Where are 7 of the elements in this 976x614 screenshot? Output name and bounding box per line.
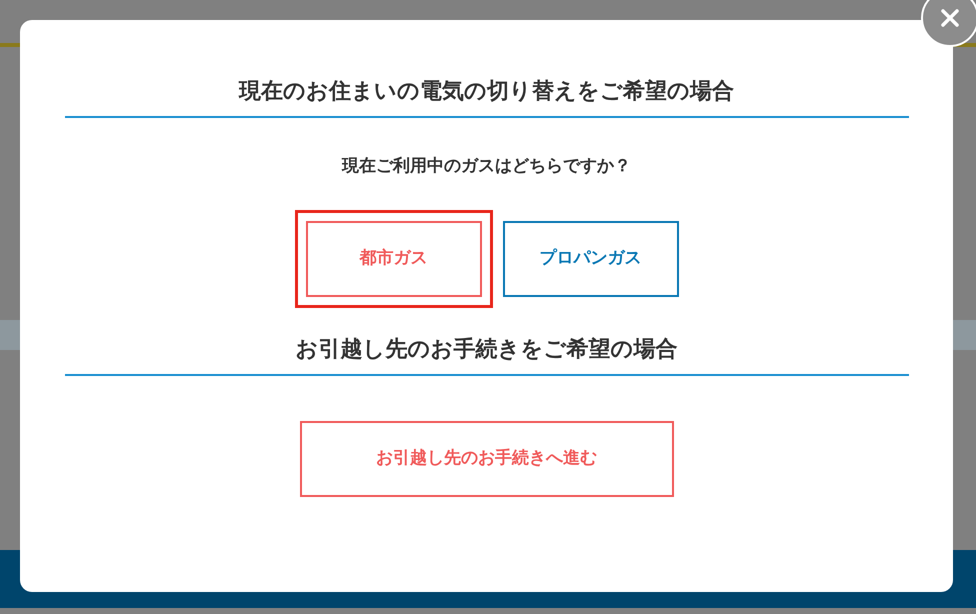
option-button[interactable]: プロパンガス [502,220,678,296]
option-button[interactable]: 都市ガス [306,220,482,296]
section-heading: 現在のお住まいの電気の切り替えをご希望の場合 [64,76,908,118]
question-text: 現在ご利用中のガスはどちらですか？ [342,155,631,178]
option-button[interactable]: お引越し先のお手続きへ進む [300,420,674,496]
close-icon [940,8,960,28]
section-heading: お引越し先のお手続きをご希望の場合 [64,334,908,376]
